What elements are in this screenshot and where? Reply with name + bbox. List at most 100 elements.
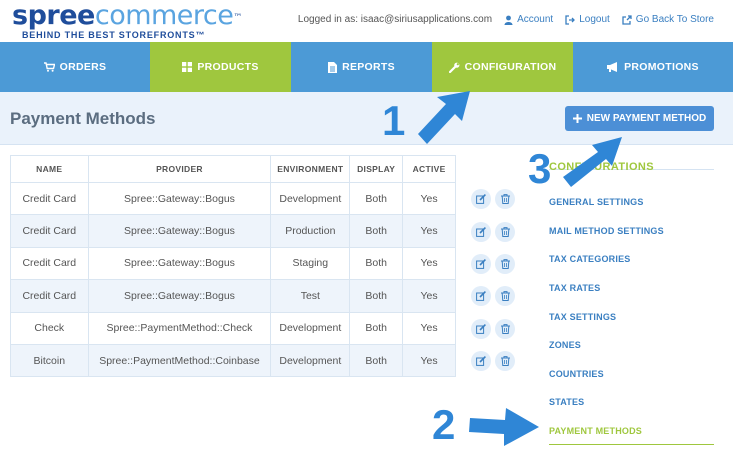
cell-active: Yes	[402, 246, 456, 281]
logo-word-commerce: commerce	[94, 0, 234, 31]
sidebar-title: CONFIGURATIONS	[549, 161, 655, 173]
nav-reports[interactable]: REPORTS	[291, 42, 432, 92]
back-to-store-label: Go Back To Store	[635, 14, 714, 25]
cell-display: Both	[349, 311, 404, 345]
logo-tagline: BEHIND THE BEST STOREFRONTS™	[22, 30, 206, 40]
cell-provider: Spree::Gateway::Bogus	[87, 279, 272, 313]
table-row: Credit Card Spree::Gateway::Bogus Produc…	[10, 214, 456, 248]
back-to-store-link[interactable]: Go Back To Store	[622, 14, 714, 25]
cell-name: Check	[10, 311, 89, 345]
action-row	[471, 280, 521, 312]
trash-icon	[500, 226, 510, 237]
page-title: Payment Methods	[10, 109, 156, 128]
trash-icon	[500, 356, 510, 367]
action-row	[471, 345, 521, 377]
cell-environment: Staging	[270, 246, 351, 281]
action-row	[471, 183, 521, 215]
nav-configuration-label: CONFIGURATION	[464, 61, 557, 73]
edit-icon	[476, 259, 486, 269]
cell-display: Both	[349, 246, 404, 281]
cell-display: Both	[349, 181, 404, 216]
sidebar-item-tax-rates[interactable]: TAX RATES	[549, 274, 714, 303]
new-payment-method-button[interactable]: NEW PAYMENT METHOD	[565, 106, 714, 131]
nav-configuration[interactable]: CONFIGURATION	[432, 42, 573, 100]
trash-icon	[500, 194, 510, 205]
cell-active: Yes	[402, 311, 456, 345]
nav-promotions[interactable]: PROMOTIONS	[573, 42, 733, 92]
cell-active: Yes	[402, 214, 456, 248]
cell-display: Both	[349, 279, 404, 313]
nav-promotions-label: PROMOTIONS	[624, 61, 699, 73]
cell-name: Credit Card	[10, 279, 89, 313]
sidebar-item-countries[interactable]: COUNTRIES	[549, 360, 714, 389]
delete-button[interactable]	[495, 253, 515, 274]
trash-icon	[500, 259, 510, 269]
edit-button[interactable]	[471, 286, 491, 307]
sidebar-item-states[interactable]: STATES	[549, 388, 714, 417]
col-header-provider: PROVIDER	[87, 155, 272, 183]
file-icon	[328, 61, 338, 73]
configuration-sidebar: GENERAL SETTINGS MAIL METHOD SETTINGS TA…	[549, 188, 714, 446]
delete-button[interactable]	[495, 286, 515, 307]
main-nav: ORDERS PRODUCTS REPORTS CONFIGURATION PR…	[0, 42, 733, 100]
sidebar-item-zones[interactable]: ZONES	[549, 331, 714, 360]
table-row: Check Spree::PaymentMethod::Check Develo…	[10, 311, 456, 345]
account-link[interactable]: Account	[504, 14, 553, 25]
trash-icon	[500, 291, 510, 302]
cell-provider: Spree::PaymentMethod::Coinbase	[87, 343, 272, 378]
top-bar: spreecommerce™ BEHIND THE BEST STOREFRON…	[0, 0, 733, 42]
plus-icon	[572, 114, 582, 123]
edit-button[interactable]	[471, 189, 491, 210]
sidebar-item-payment-methods[interactable]: PAYMENT METHODS	[549, 417, 714, 446]
annotation-number-3: 3	[528, 145, 552, 192]
payment-methods-table: NAME PROVIDER ENVIRONMENT DISPLAY ACTIVE…	[10, 155, 456, 378]
edit-button[interactable]	[471, 318, 491, 339]
table-row: Bitcoin Spree::PaymentMethod::Coinbase D…	[10, 343, 456, 378]
trash-icon	[500, 323, 510, 334]
edit-icon	[476, 194, 486, 205]
cell-active: Yes	[402, 343, 456, 378]
cell-environment: Development	[270, 181, 351, 216]
sidebar-item-tax-categories[interactable]: TAX CATEGORIES	[549, 245, 714, 274]
edit-button[interactable]	[471, 221, 491, 242]
nav-orders[interactable]: ORDERS	[0, 42, 150, 92]
cell-provider: Spree::Gateway::Bogus	[87, 181, 272, 216]
action-row	[471, 313, 521, 345]
edit-icon	[476, 323, 486, 334]
table-row: Credit Card Spree::Gateway::Bogus Test B…	[10, 279, 456, 313]
delete-button[interactable]	[495, 318, 515, 339]
cell-environment: Development	[270, 311, 351, 345]
account-link-label: Account	[517, 14, 554, 25]
delete-button[interactable]	[495, 351, 515, 372]
grid-icon	[182, 62, 193, 72]
col-header-display: DISPLAY	[349, 155, 404, 183]
table-header-row: NAME PROVIDER ENVIRONMENT DISPLAY ACTIVE	[10, 155, 456, 183]
logout-link[interactable]: Logout	[565, 14, 610, 25]
table-row: Credit Card Spree::Gateway::Bogus Stagin…	[10, 246, 456, 281]
nav-products[interactable]: PRODUCTS	[150, 42, 291, 100]
cell-environment: Production	[270, 214, 351, 248]
edit-button[interactable]	[471, 253, 491, 274]
col-header-environment: ENVIRONMENT	[270, 155, 351, 183]
cell-environment: Test	[270, 279, 351, 313]
sidebar-item-general-settings[interactable]: GENERAL SETTINGS	[549, 188, 714, 217]
sidebar-item-tax-settings[interactable]: TAX SETTINGS	[549, 302, 714, 331]
logged-in-text: Logged in as: isaac@siriusapplications.c…	[297, 14, 493, 25]
edit-button[interactable]	[471, 351, 491, 372]
logo-trademark: ™	[233, 13, 242, 23]
nav-orders-label: ORDERS	[59, 61, 107, 73]
delete-button[interactable]	[495, 221, 515, 242]
cell-active: Yes	[402, 181, 456, 216]
cell-display: Both	[349, 214, 404, 248]
sidebar-item-mail-method-settings[interactable]: MAIL METHOD SETTINGS	[549, 217, 714, 246]
col-header-active: ACTIVE	[402, 155, 456, 183]
edit-icon	[476, 226, 486, 237]
user-icon	[504, 15, 513, 25]
arrow-to-payment-methods	[469, 408, 539, 446]
edit-icon	[476, 291, 486, 302]
spree-logo[interactable]: spreecommerce™ BEHIND THE BEST STOREFRON…	[12, 0, 242, 41]
delete-button[interactable]	[495, 189, 515, 210]
action-row	[471, 248, 521, 280]
table-row: Credit Card Spree::Gateway::Bogus Develo…	[10, 181, 456, 216]
edit-icon	[476, 356, 486, 367]
